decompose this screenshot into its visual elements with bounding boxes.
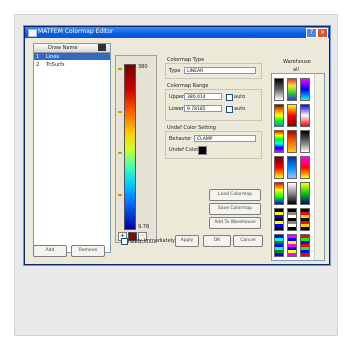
warehouse-label: Warehouse [283, 59, 311, 65]
color-marker[interactable] [118, 68, 122, 70]
palette-swatch[interactable] [287, 208, 297, 231]
palette-swatch[interactable] [287, 234, 297, 257]
row-name: Lines [46, 54, 60, 60]
lower-auto-checkbox[interactable] [226, 106, 233, 113]
palette-swatch[interactable] [300, 130, 310, 153]
load-colormap-button[interactable]: Load Colormap [209, 189, 261, 201]
type-label: Type [169, 68, 181, 74]
row-number: 2 [36, 62, 40, 68]
colormap-editor-window: MATFEM Colormap Editor ? × Draw Name 1 L… [24, 26, 330, 265]
warehouse-scrollbar[interactable] [314, 74, 324, 260]
palette-swatch[interactable] [287, 104, 297, 127]
draw-list-header-label: Draw Name [48, 45, 78, 51]
upper-input[interactable]: 380.014 [184, 93, 222, 100]
upper-auto-label: auto [234, 94, 246, 100]
undef-color-group: Behavior CLAMP Undef Color [165, 131, 262, 159]
palette-swatch[interactable] [300, 78, 310, 101]
header-button[interactable] [98, 44, 106, 51]
palette-swatch[interactable] [274, 234, 284, 257]
add-to-warehouse-button[interactable]: Add To Warehouse [209, 217, 261, 229]
behavior-label: Behavior [169, 136, 192, 142]
app-icon [28, 29, 37, 37]
palette-swatch[interactable] [300, 234, 310, 257]
apply-immediately-checkbox[interactable] [121, 238, 128, 245]
behavior-select[interactable]: CLAMP [194, 135, 256, 142]
palette-swatch[interactable] [300, 104, 310, 127]
palette-swatch[interactable] [274, 182, 284, 205]
upper-auto-checkbox[interactable] [226, 94, 233, 101]
colorbar-min: 9.78 [138, 224, 150, 230]
row-number: 1 [36, 54, 40, 60]
palette-swatch[interactable] [287, 182, 297, 205]
palette-swatch[interactable] [300, 156, 310, 179]
apply-button[interactable]: Apply [175, 235, 199, 247]
colorbar-max: 380 [138, 64, 148, 70]
lower-label: Lower [169, 106, 184, 112]
palette-swatch[interactable] [300, 182, 310, 205]
apply-immediately-label: Apply Immediately [128, 238, 176, 244]
palette-swatch[interactable] [300, 208, 310, 231]
palette-swatch[interactable] [274, 104, 284, 127]
upper-label: Upper [169, 94, 185, 100]
title-bar: MATFEM Colormap Editor ? × [25, 27, 329, 38]
color-marker[interactable] [118, 152, 122, 154]
list-item-selected[interactable]: 1 Lines [34, 53, 110, 60]
draw-list-header: Draw Name [34, 44, 110, 53]
colorbar-panel: 380 9.78 + - [115, 55, 157, 243]
color-marker[interactable] [118, 111, 122, 113]
palette-swatch[interactable] [287, 78, 297, 101]
palette-swatch[interactable] [274, 130, 284, 153]
lower-auto-label: auto [234, 106, 246, 112]
palette-swatch[interactable] [274, 78, 284, 101]
list-item[interactable]: 2 TriSurfs [34, 61, 110, 68]
colormap-range-group: Upper 380.014 auto Lower 9.78185 auto [165, 89, 262, 121]
colorbar[interactable] [124, 64, 136, 230]
colormap-type-group: Type LINEAR [165, 63, 262, 79]
remove-button[interactable]: Remove [71, 245, 105, 257]
help-button[interactable]: ? [306, 28, 317, 38]
palette-swatch[interactable] [274, 208, 284, 231]
color-marker[interactable] [118, 194, 122, 196]
palette-swatch[interactable] [287, 130, 297, 153]
ok-button[interactable]: OK [203, 235, 231, 247]
cancel-button[interactable]: Cancel [233, 235, 263, 247]
undef-color-swatch[interactable] [198, 146, 207, 155]
warehouse-list [271, 73, 325, 261]
add-button[interactable]: Add [33, 245, 67, 257]
palette-swatch[interactable] [274, 156, 284, 179]
palette-swatch[interactable] [287, 156, 297, 179]
type-select[interactable]: LINEAR [184, 67, 256, 74]
draw-list[interactable]: Draw Name 1 Lines 2 TriSurfs [33, 43, 111, 253]
window-title: MATFEM Colormap Editor [38, 28, 114, 35]
row-name: TriSurfs [46, 62, 65, 68]
lower-input[interactable]: 9.78185 [184, 105, 222, 112]
undef-color-text: Undef Color [169, 147, 199, 153]
save-colormap-button[interactable]: Save Colormap [209, 203, 261, 215]
close-button[interactable]: × [317, 28, 328, 38]
